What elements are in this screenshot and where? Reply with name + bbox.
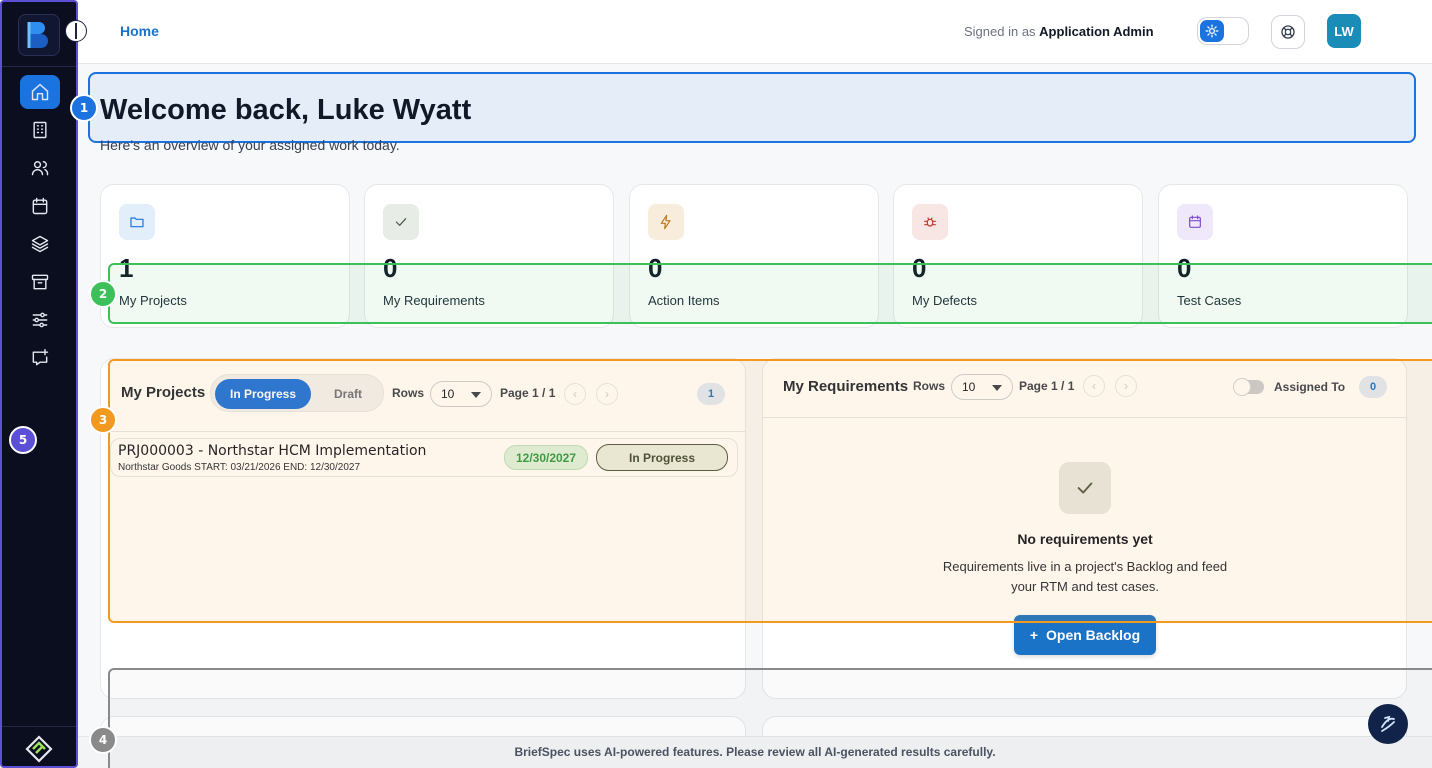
signed-in-user: Application Admin [1039, 24, 1154, 39]
nav-archive[interactable] [20, 265, 60, 299]
open-backlog-label: Open Backlog [1046, 627, 1141, 643]
breadcrumb-home[interactable]: Home [120, 23, 159, 39]
bug-icon [924, 217, 936, 227]
folder-icon [130, 217, 144, 228]
building-icon [33, 121, 47, 139]
annotation-badge-3: 3 [89, 406, 117, 434]
stat-icon-wrap [912, 204, 948, 240]
sun-icon [1205, 24, 1219, 38]
calendar-icon [1189, 215, 1201, 228]
sidebar-divider-bottom [2, 726, 76, 727]
company-logo-icon [25, 735, 53, 763]
sidebar [0, 0, 78, 768]
stat-icon-wrap [1177, 204, 1213, 240]
annotation-badge-2: 2 [89, 280, 117, 308]
assistant-icon [1381, 715, 1395, 732]
users-icon [31, 161, 49, 176]
archive-icon [31, 274, 49, 290]
layers-icon [31, 235, 49, 253]
lifebuoy-icon [1281, 25, 1295, 39]
plus-icon: + [1029, 627, 1039, 643]
nav-layers[interactable] [20, 227, 60, 261]
panels-highlight [108, 359, 1432, 623]
stat-icon-wrap [383, 204, 419, 240]
page-title: Welcome back, Luke Wyatt [100, 94, 472, 126]
nav-ai-chat[interactable] [20, 341, 60, 375]
app-logo[interactable] [18, 14, 60, 56]
b-logo-icon [27, 22, 48, 48]
theme-knob [1200, 20, 1224, 42]
nav-organizations[interactable] [20, 113, 60, 147]
sidebar-collapse-button[interactable] [65, 20, 87, 42]
sliders-icon [32, 312, 48, 328]
help-button[interactable] [1271, 15, 1305, 49]
theme-toggle[interactable] [1197, 17, 1249, 45]
chat-sparkle-icon [32, 348, 49, 366]
annotation-badge-4: 4 [89, 726, 117, 754]
nav-home[interactable] [20, 75, 60, 109]
home-icon [31, 83, 49, 101]
check-icon [395, 218, 407, 226]
signed-in-prefix: Signed in as [964, 24, 1040, 39]
sidebar-divider [2, 66, 76, 67]
page-subtitle: Here's an overview of your assigned work… [100, 137, 400, 153]
stat-icon-wrap [119, 204, 155, 240]
nav-settings[interactable] [20, 303, 60, 337]
stats-highlight [108, 263, 1432, 324]
annotation-badge-5: 5 [9, 426, 37, 454]
user-avatar[interactable]: LW [1327, 14, 1361, 48]
annotation-badge-1: 1 [70, 94, 98, 122]
signed-in-text: Signed in as Application Admin [964, 24, 1154, 39]
stat-icon-wrap [648, 204, 684, 240]
top-header: Home Signed in as Application Admin LW [78, 0, 1432, 64]
assistant-chat-button[interactable] [1368, 704, 1408, 744]
calendar-icon [32, 197, 48, 215]
nav-calendar[interactable] [20, 189, 60, 223]
lightning-icon [660, 214, 671, 230]
nav-users[interactable] [20, 151, 60, 185]
lower-section-highlight [108, 668, 1432, 768]
